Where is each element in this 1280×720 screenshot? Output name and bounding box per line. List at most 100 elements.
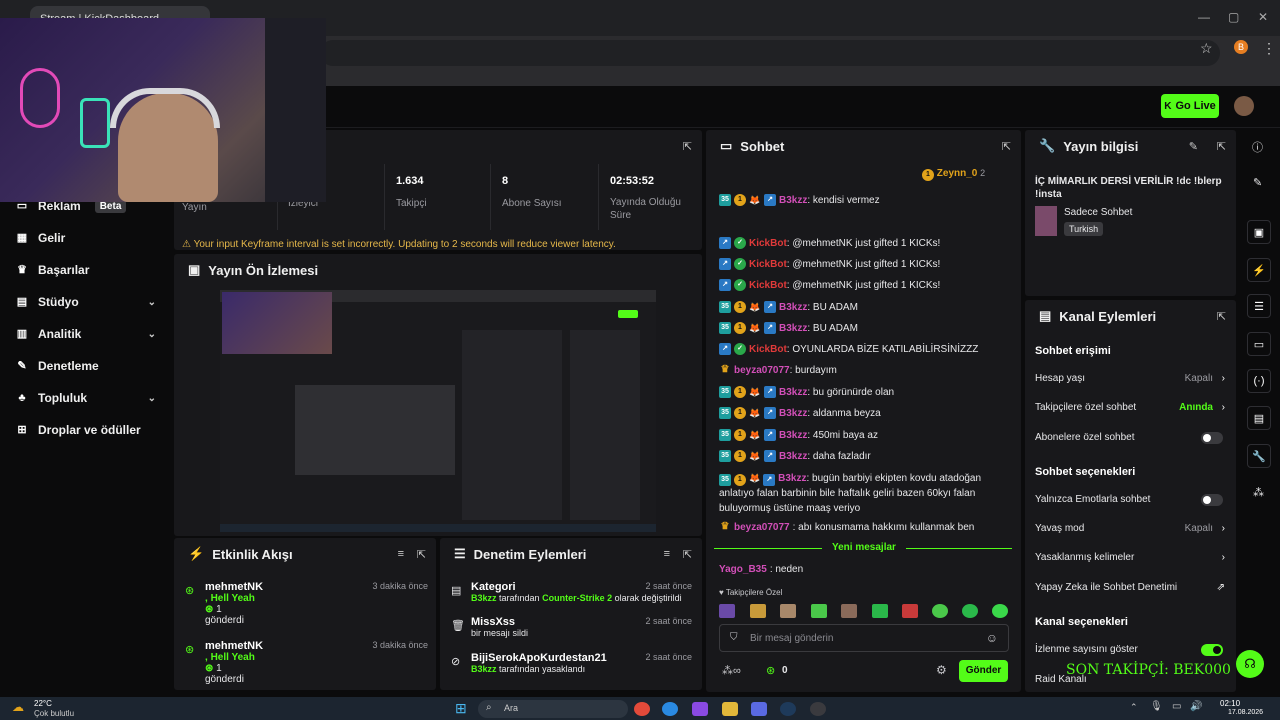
chrome-icon[interactable] [634,702,650,716]
setting-emote-only[interactable]: Yalnızca Emotlarla sohbet [1035,494,1225,506]
filter-icon[interactable]: ≡ [398,548,404,560]
chat-message[interactable]: ↗ ✓ KickBot: @mehmetNK just gifted 1 KICKs… [719,237,940,249]
setting-account-age[interactable]: Hesap yaşı Kapalı › [1035,373,1225,384]
rail-actions-button[interactable]: ▤ [1247,406,1271,430]
chat-message[interactable]: 35 1 🦊 ↗ B3kzz: 450mi baya az [719,429,878,441]
taskbar-search[interactable]: ⌕ Ara [478,700,628,718]
chat-message[interactable]: ↗ ✓ KickBot: OYUNLARDA BİZE KATILABİLİRSİN… [719,343,978,355]
setting-subscribers-only[interactable]: Abonelere özel sohbet [1035,432,1225,444]
obs-icon[interactable] [810,702,826,716]
chat-message[interactable]: ♛ beyza07077: burdayım [719,364,837,376]
emoji-icon[interactable]: ☺ [986,631,998,645]
sidebar-item-droplar[interactable]: ⊞ Droplar ve ödüller [16,423,156,437]
stream-preview[interactable] [220,290,656,532]
minimize-icon[interactable]: — [1198,10,1210,24]
filter-icon[interactable]: ≡ [664,548,670,560]
sidebar-item-basarilar[interactable]: ♛ Başarılar [16,263,156,277]
chat-message[interactable]: 35 1 🦊 ↗ B3kzz: BU ADAM [719,301,858,313]
emote-icon[interactable] [719,604,735,618]
emote-icon[interactable] [750,604,766,618]
rail-info-button[interactable]: 🔧 [1247,444,1271,468]
channel-points-icon[interactable]: ⁂ [1253,486,1264,499]
go-live-button[interactable]: K Go Live [1161,94,1219,118]
toggle-switch[interactable] [1201,644,1223,656]
weather-icon[interactable]: ☁ [12,700,24,714]
popout-icon[interactable]: ⇱ [1002,140,1011,153]
clock-time[interactable]: 02:10 [1220,699,1240,708]
pencil-icon[interactable]: ✎ [1189,140,1198,153]
emote-icon[interactable] [962,604,978,618]
chat-input[interactable]: ⛉ Bir mesaj gönderin ☺ [719,624,1009,652]
maximize-icon[interactable]: ▢ [1228,10,1239,24]
popout-icon[interactable]: ⇱ [683,548,692,561]
emote-icon[interactable] [932,604,948,618]
chat-message[interactable]: ↗ ✓ KickBot: @mehmetNK just gifted 1 KICKs… [719,279,940,291]
support-button[interactable]: ☊ [1236,650,1264,678]
rail-chat-button[interactable]: ▭ [1247,332,1271,356]
chat-message[interactable]: 35 1 🦊 ↗ B3kzz: bugün barbiyi ekipten ko… [719,471,981,516]
pinned-user[interactable]: 1 Zeynn_0 2 [922,168,985,181]
chat-message[interactable]: 35 1 🦊 ↗ B3kzz: daha fazladır [719,450,871,462]
send-button[interactable]: Gönder [959,660,1008,682]
setting-followers-only[interactable]: Takipçilere özel sohbet Anında › [1035,402,1225,413]
rail-stats-button[interactable]: ▣ [1247,220,1271,244]
channel-points-icon[interactable]: ⁂∞ [722,664,741,677]
rail-code-button[interactable]: (·) [1247,369,1271,393]
setting-show-viewcount[interactable]: İzlenme sayısını göster [1035,644,1225,656]
chevron-up-icon[interactable]: ⌃ [1130,702,1138,713]
sidebar-item-denetleme[interactable]: ✎ Denetleme [16,359,156,373]
browser-menu-icon[interactable]: ⋮ [1262,40,1276,57]
popout-icon[interactable]: ⇱ [1217,310,1226,323]
emote-icon[interactable] [872,604,888,618]
external-link-icon: ⇗ [1216,582,1225,593]
microphone-icon[interactable]: 🎙 [1150,701,1163,712]
chat-message[interactable]: 35 1 🦊 ↗ B3kzz: kendisi vermez [719,194,880,206]
popout-icon[interactable]: ⇱ [417,548,426,561]
popout-icon[interactable]: ⇱ [1217,140,1226,153]
emote-icon[interactable] [780,604,796,618]
sidebar-item-gelir[interactable]: ▦ Gelir [16,231,156,245]
info-icon[interactable]: ⓘ [1252,139,1263,155]
emote-icon[interactable] [811,604,827,618]
bookmark-star-icon[interactable]: ☆ [1200,40,1213,57]
volume-icon[interactable]: 🔊 [1190,701,1202,712]
chat-message[interactable]: 35 1 🦊 ↗ B3kzz: aldanma beyza [719,407,881,419]
setting-value: Anında [1179,402,1213,413]
rail-list-button[interactable]: ☰ [1247,294,1271,318]
emote-icon[interactable] [841,604,857,618]
setting-slow-mode[interactable]: Yavaş mod Kapalı › [1035,523,1225,534]
chat-message[interactable]: ♛ beyza07077: abı konusmama hakkımı kull… [719,521,975,533]
avatar[interactable] [1234,96,1254,116]
emote-icon[interactable] [902,604,918,618]
teams-icon[interactable] [751,702,767,716]
gear-icon[interactable]: ⚙ [936,663,947,677]
rail-activity-button[interactable]: ⚡ [1247,258,1271,282]
sidebar-item-studyo[interactable]: ▤ Stüdyo ⌄ [16,295,156,309]
sidebar-item-analitik[interactable]: ▥ Analitik ⌄ [16,327,156,341]
activity-item: ⊛ mehmetNK , Hell Yeah ⊛ 1 gönderdi 3 da… [185,581,428,626]
setting-ai-moderation[interactable]: Yapay Zeka ile Sohbet Denetimi ⇗ [1035,582,1225,593]
toggle-switch[interactable] [1201,432,1223,444]
badge-icon: 1 [922,169,934,181]
close-icon[interactable]: ✕ [1258,10,1268,24]
toggle-switch[interactable] [1201,494,1223,506]
setting-banned-words[interactable]: Yasaklanmış kelimeler › [1035,552,1225,563]
chat-message[interactable]: Yago_B35: neden [719,564,803,575]
network-icon[interactable]: ▭ [1172,701,1181,712]
steam-icon[interactable] [780,702,796,716]
chat-message[interactable]: ↗ ✓ KickBot: @mehmetNK just gifted 1 KICKs… [719,258,940,270]
new-messages-label[interactable]: Yeni mesajlar [822,542,906,553]
profile-icon[interactable]: B [1234,40,1248,54]
windows-start-icon[interactable]: ⊞ [455,700,467,717]
gift-badge-icon: 1 [734,450,746,462]
folder-icon[interactable] [722,702,738,716]
emote-icon[interactable] [992,604,1008,618]
pencil-icon[interactable]: ✎ [1253,176,1262,189]
sidebar-item-topluluk[interactable]: ♣ Topluluk ⌄ [16,391,156,405]
popout-icon[interactable]: ⇱ [683,140,692,153]
url-input[interactable] [320,40,1220,66]
edge-icon[interactable] [662,702,678,716]
chat-message[interactable]: 35 1 🦊 ↗ B3kzz: bu görünürde olan [719,386,894,398]
chat-message[interactable]: 35 1 🦊 ↗ B3kzz: BU ADAM [719,322,858,334]
copilot-icon[interactable] [692,702,708,716]
